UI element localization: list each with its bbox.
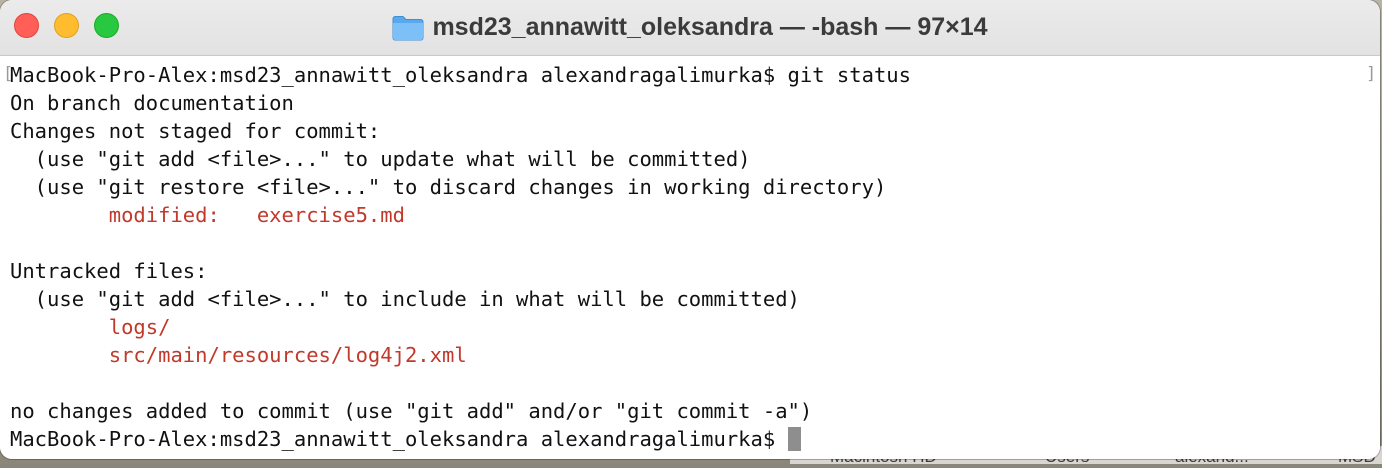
terminal-line: MacBook-Pro-Alex:msd23_annawitt_oleksand…	[10, 63, 911, 87]
terminal-line: (use "git add <file>..." to update what …	[10, 147, 751, 171]
terminal-prompt-line[interactable]: MacBook-Pro-Alex:msd23_annawitt_oleksand…	[10, 425, 911, 453]
scroll-marker-right: ]	[1366, 64, 1377, 84]
terminal-line: (use "git restore <file>..." to discard …	[10, 175, 887, 199]
terminal-line: (use "git add <file>..." to include in w…	[10, 287, 800, 311]
window-titlebar[interactable]: msd23_annawitt_oleksandra — -bash — 97×1…	[0, 0, 1380, 56]
window-title: msd23_annawitt_oleksandra — -bash — 97×1…	[432, 13, 988, 41]
folder-icon	[392, 15, 424, 40]
terminal-line-modified-file: modified: exercise5.md	[10, 203, 405, 227]
terminal-line: Untracked files:	[10, 259, 208, 283]
terminal-output: MacBook-Pro-Alex:msd23_annawitt_oleksand…	[10, 61, 911, 453]
window-title-group: msd23_annawitt_oleksandra — -bash — 97×1…	[0, 0, 1380, 55]
terminal-prompt: MacBook-Pro-Alex:msd23_annawitt_oleksand…	[10, 427, 788, 451]
terminal-line: no changes added to commit (use "git add…	[10, 399, 813, 423]
terminal-content[interactable]: [ ] MacBook-Pro-Alex:msd23_annawitt_olek…	[0, 56, 1380, 459]
terminal-line-untracked-file: logs/	[10, 315, 171, 339]
terminal-line-blank	[10, 229, 911, 257]
terminal-line: Changes not staged for commit:	[10, 119, 381, 143]
terminal-line-blank	[10, 369, 911, 397]
terminal-window: msd23_annawitt_oleksandra — -bash — 97×1…	[0, 0, 1380, 459]
terminal-line: On branch documentation	[10, 91, 294, 115]
terminal-line-untracked-file: src/main/resources/log4j2.xml	[10, 343, 467, 367]
text-cursor	[787, 427, 801, 451]
